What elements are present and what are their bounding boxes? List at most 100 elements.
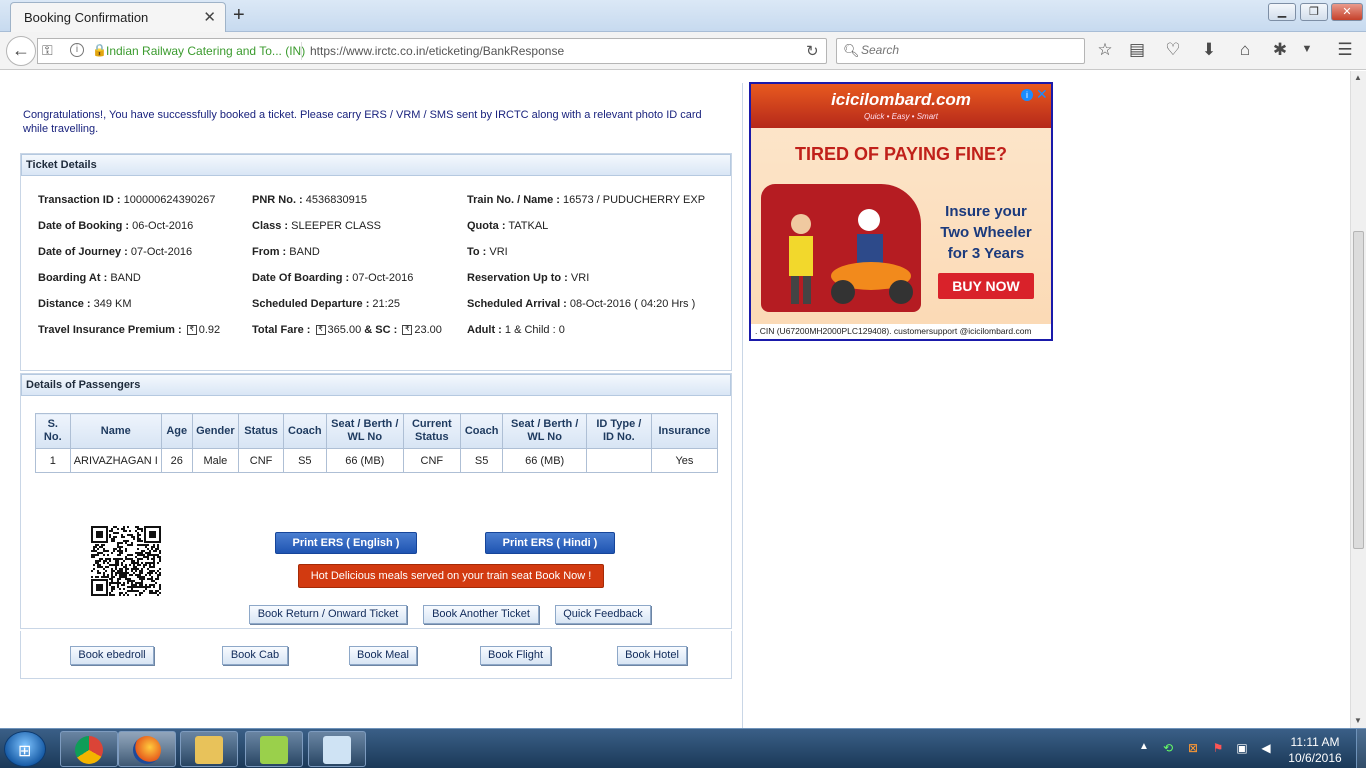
app-tray-icon[interactable]: ⊠: [1185, 740, 1201, 756]
taskbar-firefox[interactable]: [118, 731, 176, 767]
show-desktop-button[interactable]: [1356, 729, 1366, 768]
back-button[interactable]: ←: [6, 36, 36, 66]
scroll-down-icon[interactable]: ▼: [1354, 716, 1362, 725]
notepad-icon: [323, 736, 351, 764]
booking-date: Date of Booking : 06-Oct-2016: [38, 220, 194, 232]
book-meal-button[interactable]: Book Meal: [349, 646, 417, 665]
print-ers-hindi-button[interactable]: Print ERS ( Hindi ): [485, 532, 615, 554]
to-station: To : VRI: [467, 246, 508, 258]
ad-buy-now-button[interactable]: BUY NOW: [938, 273, 1034, 299]
passenger-details-header: Details of Passengers: [21, 374, 731, 396]
url-text[interactable]: https://www.irctc.co.in/eticketing/BankR…: [310, 44, 564, 58]
volume-icon[interactable]: ◀: [1258, 740, 1274, 756]
book-another-ticket-button[interactable]: Book Another Ticket: [423, 605, 539, 624]
taskbar-app[interactable]: [245, 731, 303, 767]
network-icon[interactable]: ▣: [1234, 740, 1250, 756]
table-cell: S5: [459, 448, 504, 473]
key-icon[interactable]: ⚿: [42, 42, 53, 59]
lock-icon: 🔒: [92, 43, 107, 57]
scheduled-arrival: Scheduled Arrival : 08-Oct-2016 ( 04:20 …: [467, 298, 696, 310]
extension-icon[interactable]: ✱: [1269, 40, 1291, 60]
taskbar-notepad[interactable]: [308, 731, 366, 767]
bookmark-star-icon[interactable]: ☆: [1094, 40, 1116, 60]
chrome-icon: [75, 736, 103, 764]
downloads-icon[interactable]: ⬇: [1198, 40, 1220, 60]
site-identity[interactable]: Indian Railway Catering and To... (IN): [106, 44, 305, 58]
scroll-thumb[interactable]: [1353, 231, 1364, 549]
reload-icon[interactable]: ↻: [806, 42, 819, 60]
book-return-ticket-button[interactable]: Book Return / Onward Ticket: [249, 605, 407, 624]
close-window-button[interactable]: ✕: [1331, 3, 1363, 21]
network-activity-icon[interactable]: ⟲: [1160, 740, 1176, 756]
ad-info-icon[interactable]: i: [1021, 89, 1033, 101]
rupee-icon: ₹: [315, 325, 326, 336]
windows-logo-icon: ⊞: [18, 743, 32, 760]
column-header: Seat / Berth / WL No: [325, 413, 404, 449]
book-cab-button[interactable]: Book Cab: [222, 646, 288, 665]
new-tab-icon[interactable]: +: [233, 4, 245, 27]
tray-expand-icon[interactable]: ▲: [1139, 741, 1149, 752]
tab-title: Booking Confirmation: [24, 10, 149, 25]
print-ers-english-button[interactable]: Print ERS ( English ): [275, 532, 417, 554]
scroll-up-icon[interactable]: ▲: [1354, 73, 1362, 82]
taskbar-chrome[interactable]: [60, 731, 118, 767]
firefox-icon: [133, 736, 161, 764]
column-header: ID Type / ID No.: [585, 413, 652, 449]
journey-date: Date of Journey : 07-Oct-2016: [38, 246, 193, 258]
menu-icon[interactable]: ☰: [1334, 40, 1356, 60]
boarding-date: Date Of Boarding : 07-Oct-2016: [252, 272, 414, 284]
table-cell: Yes: [650, 448, 719, 473]
ad-brand: icicilombard.com: [831, 90, 971, 109]
clock-date[interactable]: 10/6/2016: [1282, 751, 1348, 765]
address-bar[interactable]: ⚿ i 🔒 Indian Railway Catering and To... …: [37, 38, 827, 64]
search-box[interactable]: 🔍︎: [836, 38, 1085, 64]
search-icon: 🔍︎: [843, 43, 860, 58]
table-cell: [585, 448, 652, 473]
flag-icon[interactable]: ⚑: [1210, 740, 1226, 756]
ad-body-text: Insure your Two Wheeler for 3 Years: [940, 203, 1032, 262]
windows-taskbar: ⊞ ▲ ⟲ ⊠ ⚑ ▣ ◀ 11:11 AM 10/6/2016: [0, 728, 1366, 768]
chevron-down-icon[interactable]: ▼: [1296, 43, 1318, 55]
info-icon[interactable]: i: [70, 43, 84, 57]
table-cell: CNF: [402, 448, 461, 473]
table-cell: 66 (MB): [325, 448, 404, 473]
ticket-details-section: Ticket Details Transaction ID : 10000062…: [20, 153, 732, 371]
search-input[interactable]: [861, 43, 1081, 57]
book-hotel-button[interactable]: Book Hotel: [617, 646, 687, 665]
congratulations-message: Congratulations!, You have successfully …: [23, 109, 702, 135]
book-ebedroll-button[interactable]: Book ebedroll: [70, 646, 154, 665]
quick-feedback-button[interactable]: Quick Feedback: [555, 605, 651, 624]
url-separator: [301, 42, 302, 60]
browser-tab[interactable]: Booking Confirmation ✕: [10, 2, 226, 32]
column-header: Status: [238, 413, 284, 449]
home-icon[interactable]: ⌂: [1234, 40, 1256, 60]
reading-list-icon[interactable]: ▤: [1126, 40, 1148, 60]
column-header: Insurance: [650, 413, 719, 449]
services-section: Book ebedroll Book Cab Book Meal Book Fl…: [20, 631, 732, 679]
ad-close-icon[interactable]: ✕: [1036, 86, 1048, 103]
ad-tagline: Quick • Easy • Smart: [863, 112, 939, 121]
passenger-table: S. No. Name Age Gender Status Coach Seat…: [35, 413, 719, 473]
page-content: Congratulations!, You have successfully …: [0, 71, 1350, 728]
book-flight-button[interactable]: Book Flight: [480, 646, 551, 665]
boarding-at: Boarding At : BAND: [38, 272, 141, 284]
vertical-scrollbar[interactable]: ▲ ▼: [1350, 71, 1366, 728]
table-cell: S5: [282, 448, 327, 473]
minimize-button[interactable]: ▁: [1268, 3, 1296, 21]
table-cell: 66 (MB): [502, 448, 587, 473]
table-row: 1 ARIVAZHAGAN I 26 Male CNF S5 66 (MB) C…: [35, 448, 719, 473]
scheduled-departure: Scheduled Departure : 21:25: [252, 298, 400, 310]
table-cell: Male: [191, 448, 240, 473]
ticket-class: Class : SLEEPER CLASS: [252, 220, 382, 232]
advertisement-banner[interactable]: icicilombard.com Quick • Easy • Smart i …: [749, 82, 1053, 341]
start-button[interactable]: ⊞: [4, 731, 46, 767]
close-tab-icon[interactable]: ✕: [203, 8, 216, 26]
maximize-button[interactable]: ❐: [1300, 3, 1328, 21]
pocket-icon[interactable]: ♡: [1162, 40, 1184, 60]
clock-time[interactable]: 11:11 AM: [1282, 735, 1348, 749]
passenger-count: Adult : 1 & Child : 0: [467, 324, 565, 336]
taskbar-explorer[interactable]: [180, 731, 238, 767]
meal-promo-button[interactable]: Hot Delicious meals served on your train…: [298, 564, 604, 588]
column-header: Coach: [282, 413, 327, 449]
table-cell: 26: [161, 448, 193, 473]
